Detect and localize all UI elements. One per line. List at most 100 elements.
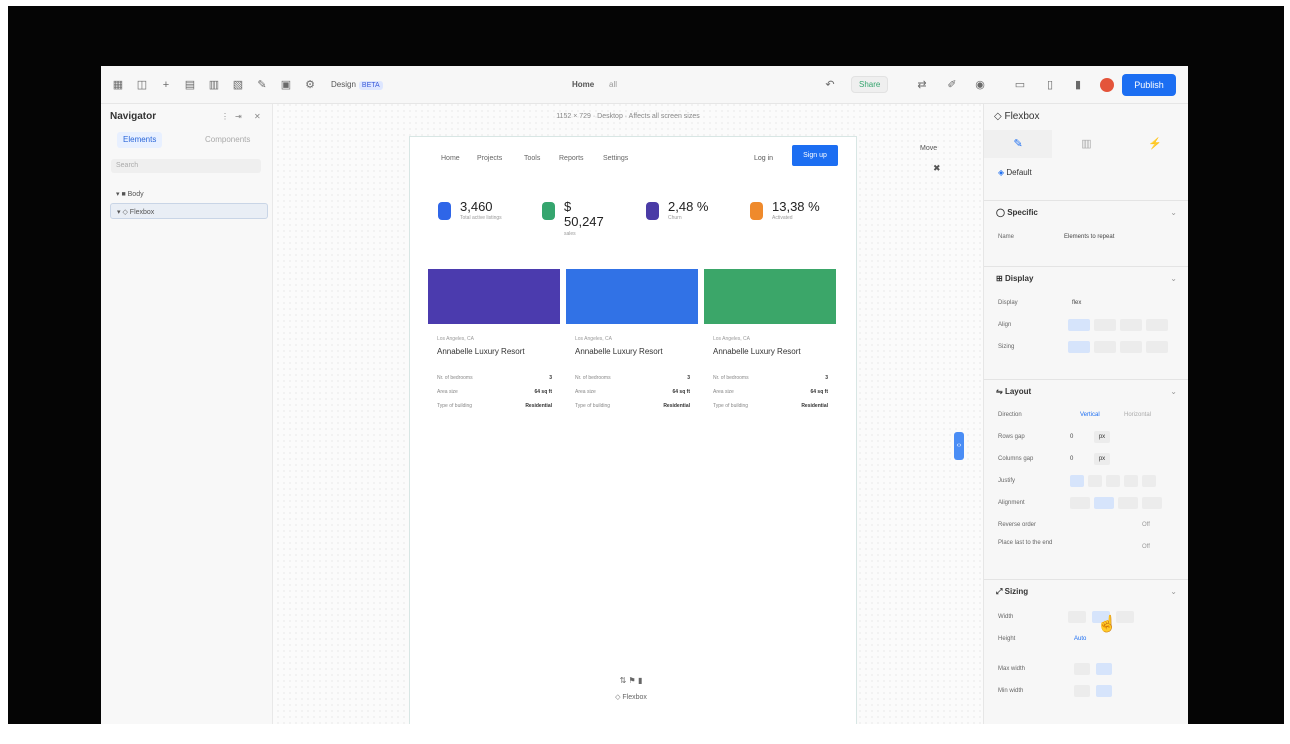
default-state[interactable]: ◈ Default xyxy=(998,168,1032,177)
prop-label: Direction xyxy=(998,412,1022,418)
chevron-down-icon: ⌄ xyxy=(1170,274,1177,283)
align-option[interactable] xyxy=(1094,319,1116,331)
element-actions-icon[interactable]: ⇅ ⚑ ▮ xyxy=(609,676,653,685)
stat-label: Churn xyxy=(668,215,682,221)
nav-link-tools[interactable]: Tools xyxy=(524,155,540,162)
style-panel: ◇ Flexbox ✎ ▥ ⚡ ◈ Default ◯ Specific ⌄ Na… xyxy=(983,104,1188,724)
align-option[interactable] xyxy=(1120,319,1142,331)
image-icon[interactable]: ▣ xyxy=(279,78,293,92)
resize-handle[interactable]: ‹› xyxy=(954,432,964,460)
justify-option[interactable] xyxy=(1070,475,1084,487)
sizing-option[interactable] xyxy=(1120,341,1142,353)
tree-item-flexbox[interactable]: ▾ ◇ Flexbox xyxy=(110,203,268,219)
columns-gap-value[interactable]: 0 xyxy=(1070,456,1073,462)
min-width-option[interactable] xyxy=(1074,685,1090,697)
section-sizing[interactable]: ⤢ Sizing ⌄ xyxy=(984,579,1188,601)
direction-horizontal[interactable]: Horizontal xyxy=(1124,412,1151,418)
min-width-option[interactable] xyxy=(1096,685,1112,697)
navigator-panel: Navigator ⋮ ⇥ ✕ Elements Components Sear… xyxy=(101,104,273,724)
place-last-toggle[interactable]: Off xyxy=(1142,544,1150,550)
sync-icon[interactable]: ⇄ xyxy=(915,78,929,92)
chevron-down-icon: ⌄ xyxy=(1170,387,1177,396)
unit-select[interactable]: px xyxy=(1094,453,1110,465)
reverse-order-toggle[interactable]: Off xyxy=(1142,522,1150,528)
state-icon: ◈ xyxy=(998,168,1005,177)
justify-option[interactable] xyxy=(1124,475,1138,487)
max-width-option[interactable] xyxy=(1096,663,1112,675)
page-canvas[interactable]: Home Projects Tools Reports Settings Log… xyxy=(409,136,857,724)
width-option[interactable] xyxy=(1116,611,1134,623)
sizing-option[interactable] xyxy=(1094,341,1116,353)
direction-vertical[interactable]: Vertical xyxy=(1080,412,1100,418)
tab-components[interactable]: Components xyxy=(199,132,256,148)
section-layout[interactable]: ⇋ Layout ⌄ xyxy=(984,379,1188,401)
undo-icon[interactable]: ↶ xyxy=(823,78,837,92)
eye-icon[interactable]: ◉ xyxy=(973,78,987,92)
desktop-icon[interactable]: ▭ xyxy=(1013,78,1027,92)
nav-link-reports[interactable]: Reports xyxy=(559,155,584,162)
trash-icon[interactable]: ▥ xyxy=(207,78,221,92)
style-tab-icon[interactable]: ✎ xyxy=(984,130,1053,158)
sizing-option[interactable] xyxy=(1146,341,1168,353)
rows-gap-value[interactable]: 0 xyxy=(1070,434,1073,440)
alignment-option[interactable] xyxy=(1094,497,1114,509)
alignment-option[interactable] xyxy=(1070,497,1090,509)
interactions-tab-icon[interactable]: ⚡ xyxy=(1121,130,1188,158)
pencil-icon[interactable]: ✐ xyxy=(945,78,959,92)
nav-link-projects[interactable]: Projects xyxy=(477,155,502,162)
design-mode[interactable]: Design BETA xyxy=(331,80,383,90)
login-link[interactable]: Log in xyxy=(754,155,773,162)
add-icon[interactable]: + xyxy=(159,78,173,92)
card-row: Area size 64 sq ft xyxy=(713,389,828,397)
align-option[interactable] xyxy=(1146,319,1168,331)
section-title: Layout xyxy=(1004,387,1032,396)
align-auto-option[interactable] xyxy=(1068,319,1090,331)
alignment-option[interactable] xyxy=(1118,497,1138,509)
justify-option[interactable] xyxy=(1088,475,1102,487)
property-card[interactable]: Los Angeles, CA Annabelle Luxury Resort … xyxy=(428,269,560,419)
width-option[interactable] xyxy=(1068,611,1086,623)
settings-tab-icon[interactable]: ▥ xyxy=(1052,130,1120,158)
navigator-search-input[interactable]: Search xyxy=(111,159,261,173)
layers-icon[interactable]: ◫ xyxy=(135,78,149,92)
nav-link-settings[interactable]: Settings xyxy=(603,155,628,162)
property-card[interactable]: Los Angeles, CA Annabelle Luxury Resort … xyxy=(704,269,836,419)
pin-icon[interactable]: ⇥ xyxy=(235,112,242,121)
collapse-icon[interactable]: ⋮ xyxy=(221,112,229,121)
avatar[interactable] xyxy=(1100,78,1114,92)
tree-item-body[interactable]: ▾ ■ Body xyxy=(110,186,268,202)
section-specific[interactable]: ◯ Specific ⌄ xyxy=(984,200,1188,222)
settings-icon[interactable]: ⚙ xyxy=(303,78,317,92)
prop-name-value[interactable]: Elements to repeat xyxy=(1064,234,1114,240)
tab-elements[interactable]: Elements xyxy=(117,132,163,148)
justify-option[interactable] xyxy=(1142,475,1156,487)
prop-label: Width xyxy=(998,614,1014,620)
card-title: Annabelle Luxury Resort xyxy=(713,347,801,356)
close-icon[interactable]: ✖ xyxy=(933,163,941,174)
page-selector[interactable]: Home xyxy=(572,80,594,89)
chart-icon[interactable]: ▧ xyxy=(231,78,245,92)
stat-value: 2,48 % xyxy=(668,199,709,214)
alignment-option[interactable] xyxy=(1142,497,1162,509)
page-icon[interactable]: ▤ xyxy=(183,78,197,92)
hand-cursor-icon: ☝ xyxy=(1097,616,1117,633)
prop-value[interactable]: flex xyxy=(1072,300,1081,306)
tablet-icon[interactable]: ▯ xyxy=(1043,78,1057,92)
height-value[interactable]: Auto xyxy=(1074,636,1086,642)
unit-select[interactable]: px xyxy=(1094,431,1110,443)
signup-button[interactable]: Sign up xyxy=(792,145,838,166)
page-suffix: all xyxy=(609,80,618,89)
close-icon[interactable]: ✕ xyxy=(254,112,261,121)
nav-link-home[interactable]: Home xyxy=(441,155,460,162)
card-row: Type of building Residential xyxy=(575,403,690,411)
sizing-option[interactable] xyxy=(1068,341,1090,353)
tools-icon[interactable]: ✎ xyxy=(255,78,269,92)
property-card[interactable]: Los Angeles, CA Annabelle Luxury Resort … xyxy=(566,269,698,419)
share-button[interactable]: Share xyxy=(851,76,889,93)
grid-icon[interactable]: ▦ xyxy=(111,78,125,92)
section-display[interactable]: ⊞ Display ⌄ xyxy=(984,266,1188,288)
justify-option[interactable] xyxy=(1106,475,1120,487)
publish-button[interactable]: Publish xyxy=(1122,74,1176,96)
max-width-option[interactable] xyxy=(1074,663,1090,675)
mobile-icon[interactable]: ▮ xyxy=(1071,78,1085,92)
